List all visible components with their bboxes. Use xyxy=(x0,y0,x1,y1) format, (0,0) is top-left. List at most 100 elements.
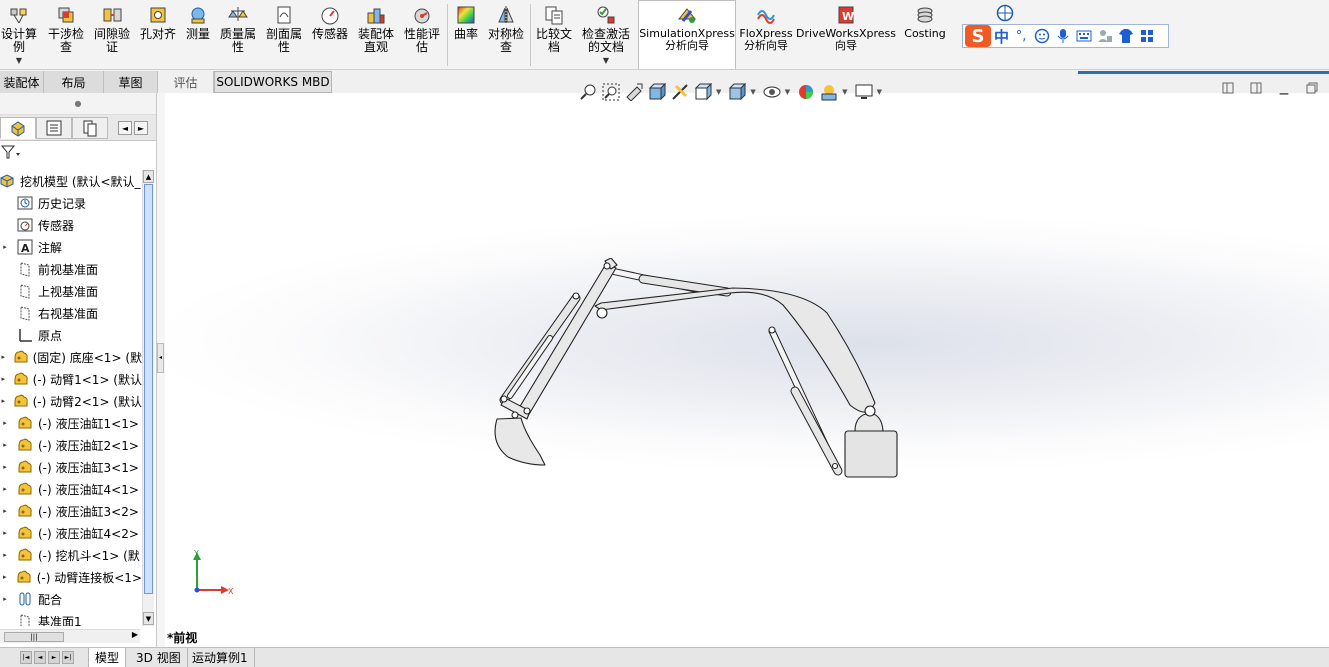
graphics-viewport[interactable]: ▼ ▼ ▼ ▼ ▼ ▁ Y X *前视 xyxy=(165,82,1329,647)
tree-item[interactable]: ▸ (-) 液压油缸1<1> xyxy=(0,412,142,434)
ime-language-toggle[interactable]: 中 xyxy=(994,26,1009,47)
previous-view-icon[interactable] xyxy=(624,82,644,102)
tree-item[interactable]: 右视基准面 xyxy=(0,302,142,324)
section-properties-button[interactable]: 剖面属 性 xyxy=(264,2,304,68)
splitter-handle[interactable]: ◂ xyxy=(157,343,164,373)
tree-item[interactable]: ▸ (-) 动臂2<1> (默认 xyxy=(0,390,142,412)
panel-grip[interactable]: ● xyxy=(0,93,156,115)
expand-arrow-icon[interactable]: ▸ xyxy=(0,375,7,383)
simulationxpress-button[interactable]: SimulationXpress 分析向导 xyxy=(639,2,735,68)
keyboard-icon[interactable] xyxy=(1075,27,1093,45)
sogou-logo-icon[interactable]: S xyxy=(965,25,991,47)
tab-3d-view[interactable]: 3D 视图 xyxy=(130,648,188,667)
scroll-down-icon[interactable]: ▼ xyxy=(143,612,154,625)
expand-arrow-icon[interactable]: ▸ xyxy=(0,397,7,405)
restore-left-icon[interactable] xyxy=(1221,81,1235,95)
driveworksxpress-button[interactable]: W DriveWorksXpress 向导 xyxy=(796,2,896,68)
tree-item[interactable]: 上视基准面 xyxy=(0,280,142,302)
compare-documents-button[interactable]: 比较文 档 xyxy=(533,2,575,68)
toolbox-grid-icon[interactable] xyxy=(1138,27,1156,45)
tree-item[interactable]: ▸ (-) 液压油缸3<1> xyxy=(0,456,142,478)
design-study-button[interactable]: 设计算 例 ▼ xyxy=(0,2,38,68)
tree-item[interactable]: ▸ A 注解 xyxy=(0,236,142,258)
tab-feature-manager[interactable] xyxy=(0,117,36,139)
measure-button[interactable]: 测量 xyxy=(182,2,214,68)
previous-tab-icon[interactable]: ◄ xyxy=(34,651,46,664)
tab-solidworks-mbd[interactable]: SOLIDWORKS MBD xyxy=(214,71,332,93)
tree-filter[interactable] xyxy=(0,141,156,163)
tree-item[interactable]: ▸ (-) 挖机斗<1> (默 xyxy=(0,544,142,566)
emoji-icon[interactable] xyxy=(1033,27,1051,45)
curvature-button[interactable]: 曲率 xyxy=(451,2,481,68)
tree-vertical-scrollbar[interactable]: ▲ ▼ xyxy=(142,170,154,626)
scroll-up-icon[interactable]: ▲ xyxy=(143,170,154,183)
tab-layout[interactable]: 布局 xyxy=(44,71,104,93)
tabs-scroll-right-icon[interactable]: ► xyxy=(134,121,148,135)
expand-arrow-icon[interactable]: ▸ xyxy=(0,441,10,449)
chevron-down-icon[interactable]: ▼ xyxy=(877,88,882,96)
costing-button[interactable]: Costing xyxy=(900,2,950,68)
zoom-to-area-icon[interactable] xyxy=(601,82,621,102)
tree-item[interactable]: ▸ (固定) 底座<1> (默 xyxy=(0,346,142,368)
scroll-thumb[interactable] xyxy=(144,184,153,594)
floxpress-button[interactable]: FloXpress 分析向导 xyxy=(739,2,793,68)
addin-globe-icon[interactable] xyxy=(996,4,1014,25)
tree-item[interactable]: ▸ (-) 液压油缸4<1> xyxy=(0,478,142,500)
skin-shirt-icon[interactable] xyxy=(1117,27,1135,45)
tree-item[interactable]: 历史记录 xyxy=(0,192,142,214)
expand-arrow-icon[interactable]: ▸ xyxy=(0,243,10,251)
chevron-down-icon[interactable]: ▼ xyxy=(785,88,790,96)
display-style-icon[interactable] xyxy=(727,82,747,102)
tabs-scroll-left-icon[interactable]: ◄ xyxy=(118,121,132,135)
user-icon[interactable] xyxy=(1096,27,1114,45)
tree-item[interactable]: ▸ (-) 动臂1<1> (默认 xyxy=(0,368,142,390)
hole-alignment-button[interactable]: 孔对齐 xyxy=(138,2,178,68)
chevron-down-icon[interactable]: ▼ xyxy=(716,88,721,96)
check-active-document-button[interactable]: 检查激活 的文档 ▼ xyxy=(578,2,634,68)
interference-check-button[interactable]: 干涉检 查 xyxy=(46,2,86,68)
dynamic-annotation-icon[interactable] xyxy=(670,82,690,102)
tab-motion-study-1[interactable]: 运动算例1 xyxy=(186,648,255,667)
expand-arrow-icon[interactable]: ▸ xyxy=(0,353,7,361)
tree-item[interactable]: 前视基准面 xyxy=(0,258,142,280)
restore-icon[interactable] xyxy=(1305,81,1319,95)
section-view-icon[interactable] xyxy=(647,82,667,102)
zoom-to-fit-icon[interactable] xyxy=(578,82,598,102)
tab-assembly[interactable]: 装配体 xyxy=(0,71,44,93)
expand-arrow-icon[interactable]: ▸ xyxy=(0,529,10,537)
tab-model[interactable]: 模型 xyxy=(88,648,127,667)
tab-evaluate[interactable]: 评估 xyxy=(158,71,214,93)
apply-scene-icon[interactable] xyxy=(819,82,839,102)
hide-show-items-icon[interactable] xyxy=(762,82,782,102)
symmetry-check-button[interactable]: 对称检 查 xyxy=(485,2,527,68)
sensor-button[interactable]: 传感器 xyxy=(310,2,350,68)
expand-arrow-icon[interactable]: ▸ xyxy=(0,463,10,471)
expand-arrow-icon[interactable]: ▸ xyxy=(0,419,10,427)
ime-punctuation-toggle[interactable]: °, xyxy=(1012,27,1030,45)
minimize-icon[interactable]: ▁ xyxy=(1277,81,1291,95)
tree-item[interactable]: 基准面1 xyxy=(0,610,142,626)
last-tab-icon[interactable]: ►| xyxy=(62,651,74,664)
tree-root-assembly[interactable]: 挖机模型 (默认<默认_ xyxy=(0,170,142,192)
scroll-right-icon[interactable]: ▶ xyxy=(132,630,138,639)
microphone-icon[interactable] xyxy=(1054,27,1072,45)
view-settings-monitor-icon[interactable] xyxy=(854,82,874,102)
view-orientation-icon[interactable] xyxy=(693,82,713,102)
expand-arrow-icon[interactable]: ▸ xyxy=(0,507,10,515)
panel-splitter[interactable]: ◂ xyxy=(157,93,165,647)
restore-right-icon[interactable] xyxy=(1249,81,1263,95)
mass-properties-button[interactable]: 质量属 性 xyxy=(218,2,258,68)
tab-configuration-manager[interactable] xyxy=(72,117,108,139)
tab-property-manager[interactable] xyxy=(36,117,72,139)
expand-arrow-icon[interactable]: ▸ xyxy=(0,485,10,493)
tree-item[interactable]: ▸ (-) 液压油缸3<2> xyxy=(0,500,142,522)
tree-item[interactable]: ▸ (-) 液压油缸2<1> xyxy=(0,434,142,456)
excavator-model[interactable] xyxy=(490,258,910,488)
clearance-verify-button[interactable]: 间隙验 证 xyxy=(92,2,132,68)
chevron-down-icon[interactable]: ▼ xyxy=(750,88,755,96)
tree-item[interactable]: ▸ (-) 动臂连接板<1> xyxy=(0,566,142,588)
expand-arrow-icon[interactable]: ▸ xyxy=(0,573,10,581)
edit-appearance-icon[interactable] xyxy=(796,82,816,102)
next-tab-icon[interactable]: ► xyxy=(48,651,60,664)
tree-item[interactable]: 原点 xyxy=(0,324,142,346)
